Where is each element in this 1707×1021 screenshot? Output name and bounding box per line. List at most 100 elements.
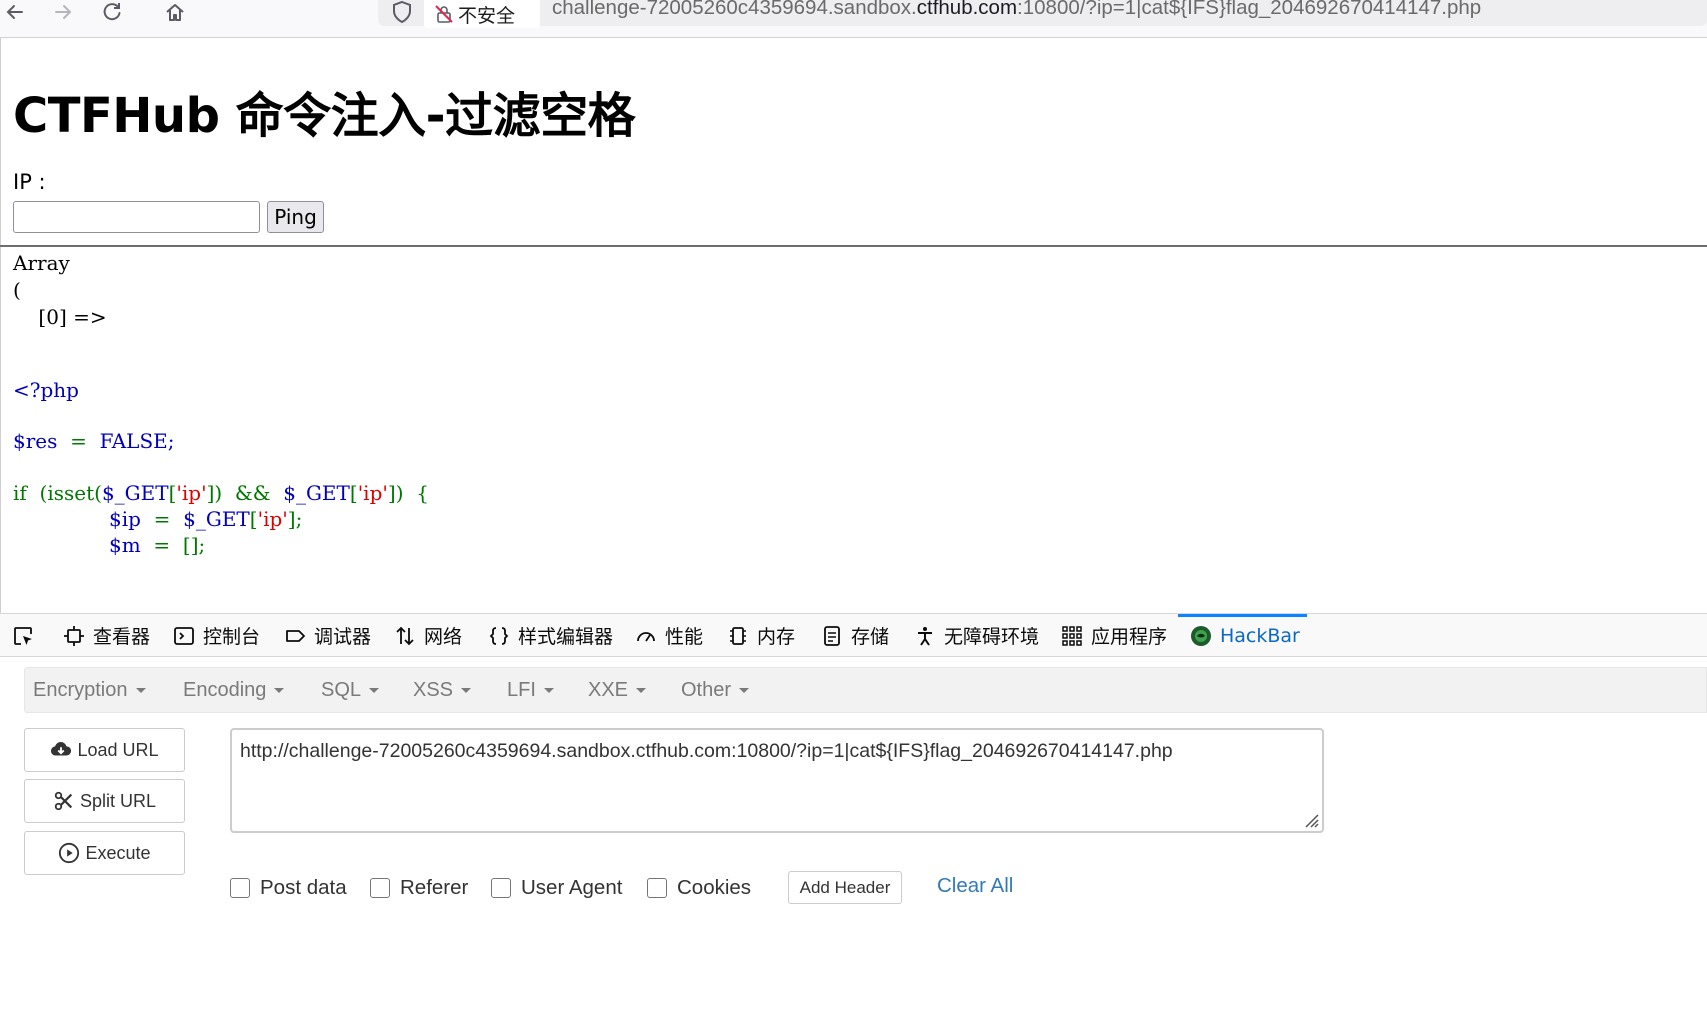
menu-label-lfi: LFI (507, 679, 536, 701)
user-agent-checkbox[interactable] (491, 878, 511, 898)
execute-label: Execute (85, 842, 151, 863)
hackbar-menu: Encryption Encoding SQL XSS LFI XXE Othe… (24, 667, 1707, 713)
accessibility-icon (918, 626, 932, 646)
split-url-button[interactable]: Split URL (24, 779, 185, 823)
tab-inspector[interactable]: 查看器 (63, 614, 150, 657)
m-var: $m (109, 533, 141, 557)
option-user-agent[interactable]: User Agent (491, 874, 622, 902)
menu-encoding[interactable]: Encoding (183, 679, 285, 702)
divider (0, 245, 1707, 247)
caret-down-icon (369, 688, 380, 694)
m-rest: = []; (140, 533, 206, 557)
viewport-border (0, 38, 1, 613)
connection-insecure-badge[interactable]: 不安全 (424, 0, 540, 28)
debugger-icon (286, 629, 305, 642)
post-data-label: Post data (260, 876, 347, 899)
back-arrow-icon (6, 5, 23, 19)
option-post-data[interactable]: Post data (230, 874, 347, 902)
ip-var: $ip (109, 507, 141, 531)
forward-button[interactable] (48, 0, 78, 24)
execute-button[interactable]: Execute (24, 831, 185, 875)
code-line-m: $m = []; (109, 533, 205, 557)
hackbar-logo-icon (1191, 625, 1211, 646)
menu-encryption[interactable]: Encryption (33, 679, 146, 702)
tab-label-inspector: 查看器 (93, 626, 151, 648)
menu-xxe[interactable]: XXE (588, 679, 647, 702)
element-picker-icon (14, 626, 32, 645)
code-line-res: $res = FALSE; (13, 429, 174, 453)
console-icon (174, 626, 194, 645)
option-cookies[interactable]: Cookies (647, 874, 751, 902)
res-val: FALSE; (99, 429, 175, 453)
menu-label-other: Other (681, 679, 732, 701)
tab-application[interactable]: 应用程序 (1061, 614, 1167, 657)
cookies-checkbox[interactable] (647, 878, 667, 898)
post-data-checkbox[interactable] (230, 878, 250, 898)
if-close-1: ]) && (206, 481, 284, 505)
home-button[interactable] (160, 0, 190, 24)
clear-all-link[interactable]: Clear All (937, 874, 1013, 898)
ping-output: Array ( [0] => (13, 251, 107, 329)
caret-down-icon (135, 688, 146, 694)
tab-debugger[interactable]: 调试器 (284, 614, 371, 657)
tab-label-application: 应用程序 (1091, 626, 1168, 648)
res-eq: = (57, 429, 100, 453)
gauge-icon (637, 631, 655, 641)
caret-down-icon (739, 688, 750, 694)
ip-end: ]; (287, 507, 303, 531)
tab-performance[interactable]: 性能 (635, 614, 703, 657)
tab-label-storage: 存储 (851, 626, 890, 648)
menu-lfi[interactable]: LFI (507, 679, 554, 702)
tab-hackbar[interactable]: HackBar (1190, 614, 1300, 657)
if-open: (isset( (26, 481, 102, 505)
menu-sql[interactable]: SQL (321, 679, 380, 702)
tab-label-console: 控制台 (203, 626, 261, 648)
tab-storage[interactable]: 存储 (821, 614, 889, 657)
option-referer[interactable]: Referer (370, 874, 468, 902)
url-suffix: :10800/?ip=1|cat${IFS}flag_2046926704141… (1017, 0, 1482, 19)
cloud-download-icon (51, 742, 72, 756)
back-button[interactable] (0, 0, 30, 24)
caret-down-icon (461, 688, 472, 694)
insecure-lock-icon (435, 5, 453, 23)
code-line-ip: $ip = $_GET['ip']; (109, 507, 302, 531)
active-tab-indicator (1178, 614, 1307, 617)
menu-label-encryption: Encryption (33, 679, 128, 701)
menu-label-sql: SQL (321, 679, 362, 701)
ip-bracket: [ (249, 507, 258, 531)
tab-network[interactable]: 网络 (394, 614, 462, 657)
tab-style-editor[interactable]: 样式编辑器 (488, 614, 613, 657)
tab-console[interactable]: 控制台 (173, 614, 260, 657)
load-url-button[interactable]: Load URL (24, 728, 185, 772)
php-open-tag: <?php (13, 378, 79, 402)
tracking-shield-icon[interactable] (390, 0, 414, 24)
tab-label-accessibility: 无障碍环境 (944, 626, 1040, 648)
menu-label-xss: XSS (413, 679, 454, 701)
if-keyword: if (13, 481, 27, 505)
tab-label-performance: 性能 (665, 626, 704, 648)
play-circle-icon (59, 842, 80, 864)
tab-memory[interactable]: 内存 (727, 614, 795, 657)
ip-input[interactable] (13, 201, 260, 233)
referer-checkbox[interactable] (370, 878, 390, 898)
url-prefix: challenge-72005260c4359694.sandbox. (552, 0, 917, 19)
ip-key: 'ip' (257, 507, 288, 531)
reload-button[interactable] (97, 0, 127, 24)
tab-accessibility[interactable]: 无障碍环境 (914, 614, 1039, 657)
if-close-2: ]) { (387, 481, 429, 505)
scissors-icon (54, 791, 73, 811)
ip-eq: = (140, 507, 184, 531)
caret-down-icon (543, 688, 554, 694)
network-icon (396, 626, 414, 645)
element-picker-button[interactable] (12, 614, 42, 657)
url-host: ctfhub.com (916, 0, 1018, 19)
menu-xss[interactable]: XSS (413, 679, 472, 702)
resize-grip-icon[interactable] (1301, 810, 1319, 828)
menu-label-encoding: Encoding (183, 679, 267, 701)
hackbar-url-textarea[interactable]: http://challenge-72005260c4359694.sandbo… (230, 728, 1324, 833)
ping-button[interactable]: Ping (267, 201, 324, 233)
url-text[interactable]: challenge-72005260c4359694.sandbox.ctfhu… (552, 0, 1481, 20)
add-header-button[interactable]: Add Header (788, 871, 902, 904)
menu-other[interactable]: Other (681, 679, 750, 702)
tab-label-hackbar: HackBar (1220, 624, 1300, 647)
